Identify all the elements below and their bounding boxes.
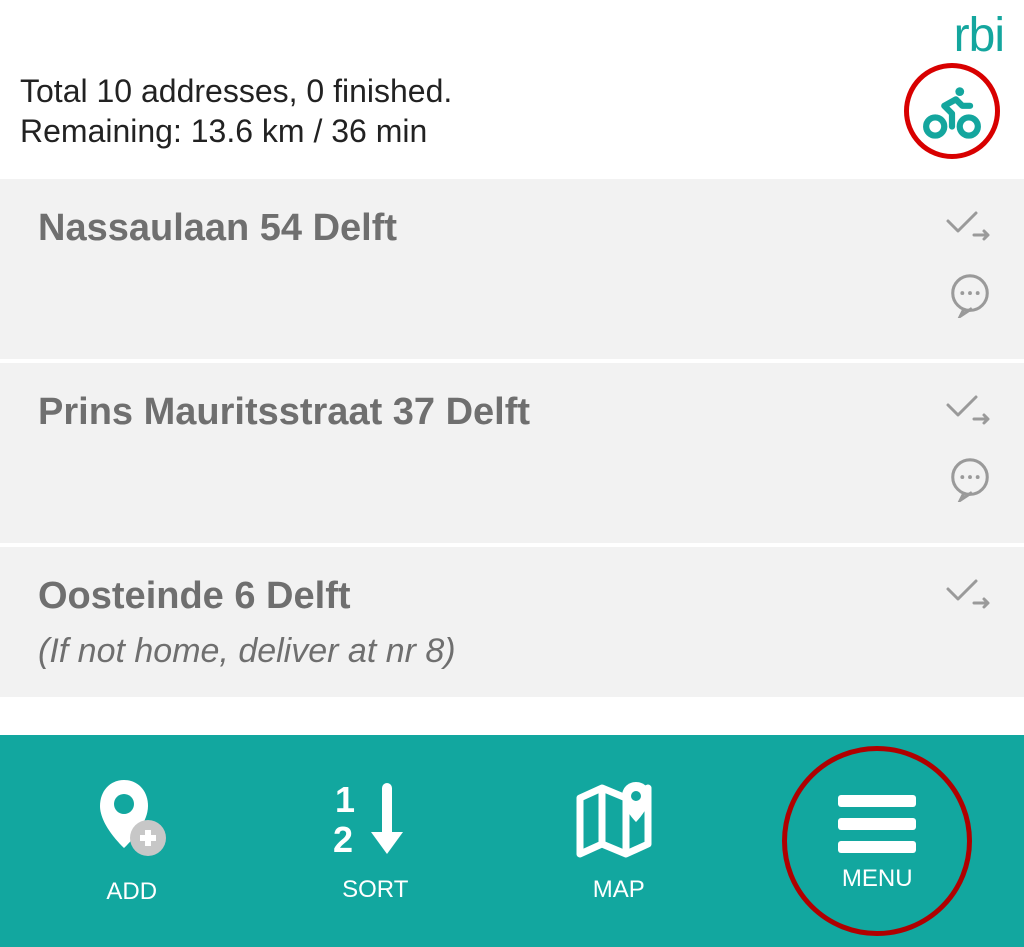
top-bar: rbi — [0, 0, 1024, 63]
address-text: Prins Mauritsstraat 37 Delft — [38, 391, 942, 434]
svg-text:1: 1 — [335, 779, 355, 820]
vehicle-mode-button[interactable] — [904, 63, 1000, 159]
address-text: Oosteinde 6 Delft — [38, 575, 942, 618]
check-forward-icon[interactable] — [942, 575, 998, 616]
nav-menu[interactable]: MENU — [782, 746, 972, 936]
item-content: Nassaulaan 54 Delft — [38, 207, 942, 341]
hamburger-icon — [832, 789, 922, 859]
nav-add-label: ADD — [106, 878, 157, 906]
add-pin-icon — [92, 776, 172, 866]
list-item[interactable]: Oosteinde 6 Delft (If not home, deliver … — [0, 547, 1024, 697]
bottom-nav: ADD 1 2 SORT MAP MENU — [0, 735, 1024, 947]
header-row: Total 10 addresses, 0 finished. Remainin… — [0, 63, 1024, 179]
item-content: Oosteinde 6 Delft (If not home, deliver … — [38, 575, 942, 679]
address-list: Nassaulaan 54 Delft Prins — [0, 179, 1024, 735]
item-actions — [942, 207, 998, 341]
address-note: (If not home, deliver at nr 8) — [38, 632, 942, 671]
item-content: Prins Mauritsstraat 37 Delft — [38, 391, 942, 525]
address-text: Nassaulaan 54 Delft — [38, 207, 942, 250]
status-remaining: Remaining: 13.6 km / 36 min — [20, 111, 904, 151]
brand-logo: rbi — [954, 8, 1004, 63]
status-block: Total 10 addresses, 0 finished. Remainin… — [20, 71, 904, 151]
list-item[interactable]: Nassaulaan 54 Delft — [0, 179, 1024, 359]
check-forward-icon[interactable] — [942, 391, 998, 432]
nav-map-label: MAP — [593, 876, 645, 904]
item-actions — [942, 391, 998, 525]
svg-text:2: 2 — [333, 819, 353, 860]
nav-sort-label: SORT — [342, 876, 408, 904]
status-total: Total 10 addresses, 0 finished. — [20, 71, 904, 111]
sort-12-icon: 1 2 — [327, 778, 423, 864]
list-item[interactable]: Prins Mauritsstraat 37 Delft — [0, 363, 1024, 543]
nav-menu-label: MENU — [842, 865, 913, 893]
check-forward-icon[interactable] — [942, 207, 998, 248]
comment-icon[interactable] — [947, 456, 993, 507]
nav-map[interactable]: MAP — [539, 778, 699, 904]
map-pin-icon — [574, 778, 664, 864]
comment-icon[interactable] — [947, 272, 993, 323]
cyclist-icon — [921, 80, 983, 142]
nav-add[interactable]: ADD — [52, 776, 212, 906]
item-actions — [942, 575, 998, 679]
nav-sort[interactable]: 1 2 SORT — [295, 778, 455, 904]
